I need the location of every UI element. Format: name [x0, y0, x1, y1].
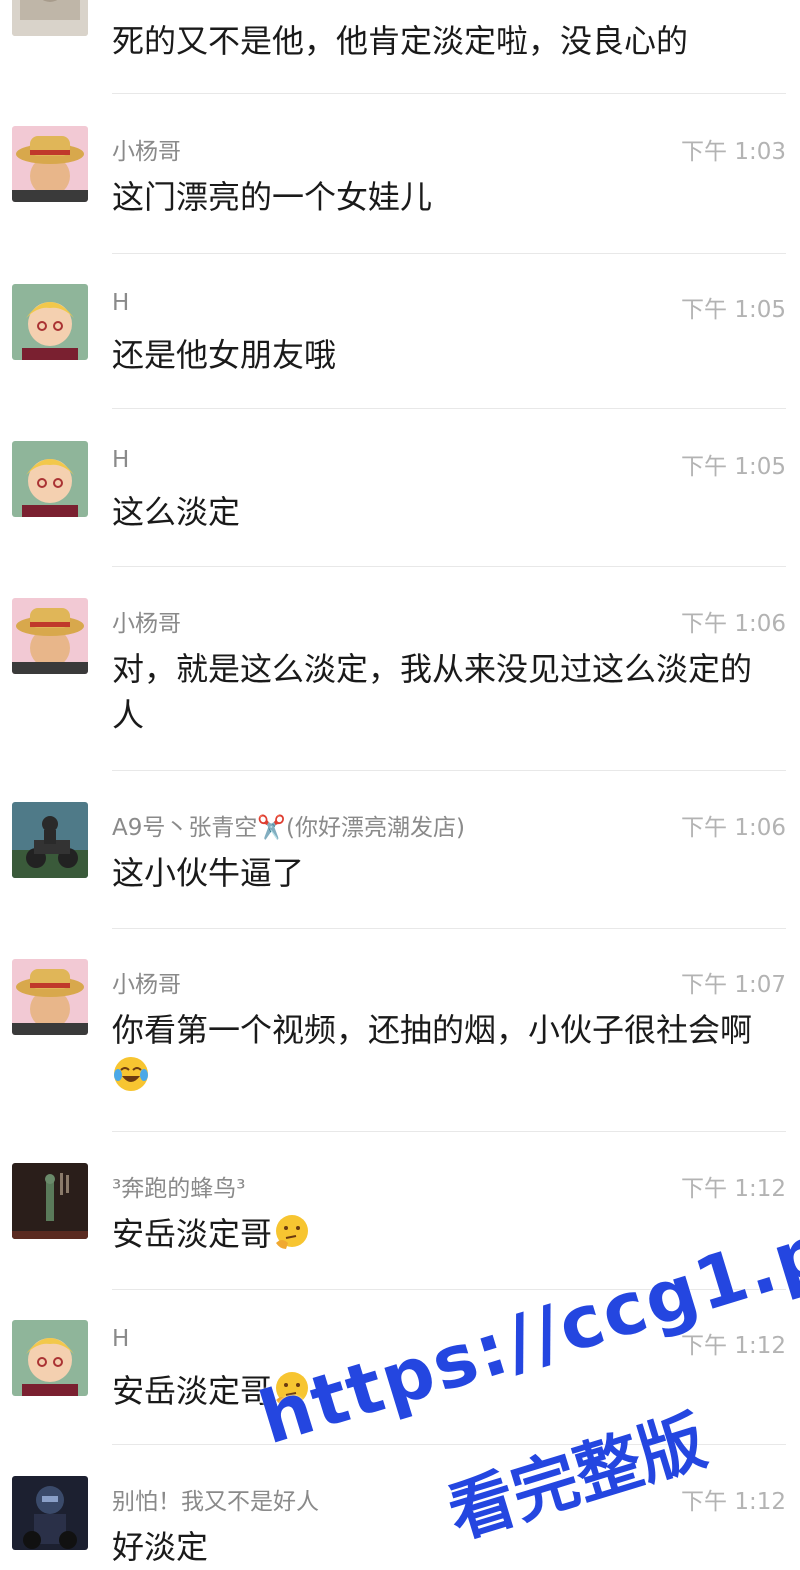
message-text: 对，就是这么淡定，我从来没见过这么淡定的人 — [112, 650, 753, 734]
message-text: 这门漂亮的一个女娃儿 — [112, 178, 433, 216]
avatar[interactable] — [12, 126, 88, 202]
avatar[interactable] — [12, 0, 88, 36]
sender-name[interactable]: A9号丶张青空✂️(你好漂亮潮发店) — [112, 808, 465, 842]
divider — [112, 93, 786, 94]
avatar[interactable] — [12, 1476, 88, 1550]
message-time: 下午 1:06 — [681, 611, 786, 637]
divider — [112, 408, 786, 409]
message-text: 这么淡定 — [112, 493, 241, 531]
message-text: 好淡定 — [112, 1528, 209, 1566]
message-text-content: 安岳淡定哥 — [112, 1372, 273, 1410]
message-text: 还是他女朋友哦 — [112, 336, 337, 374]
avatar[interactable] — [12, 1320, 88, 1396]
divider — [112, 566, 786, 567]
sender-name[interactable]: H — [112, 1326, 129, 1352]
divider — [112, 1131, 786, 1132]
message-time: 下午 1:12 — [681, 1489, 786, 1515]
divider — [112, 253, 786, 254]
divider — [112, 1444, 786, 1445]
message-text: 安岳淡定哥 — [112, 1211, 772, 1257]
sender-name[interactable]: H — [112, 290, 129, 316]
message-text-content: 你看第一个视频，还抽的烟，小伙子很社会啊 — [112, 1011, 753, 1049]
message-time: 下午 1:03 — [681, 139, 786, 165]
avatar[interactable] — [12, 284, 88, 360]
avatar[interactable] — [12, 802, 88, 878]
message-time: 下午 1:06 — [681, 815, 786, 841]
message-time: 下午 1:12 — [681, 1333, 786, 1359]
avatar[interactable] — [12, 441, 88, 517]
avatar[interactable] — [12, 959, 88, 1035]
avatar[interactable] — [12, 1163, 88, 1239]
message-time: 下午 1:05 — [681, 454, 786, 480]
message-time: 下午 1:12 — [681, 1176, 786, 1202]
divider — [112, 928, 786, 929]
message-text-content: 安岳淡定哥 — [112, 1215, 273, 1253]
sender-name[interactable]: 小杨哥 — [112, 965, 181, 999]
avatar[interactable] — [12, 598, 88, 674]
divider — [112, 1289, 786, 1290]
message-text: 这小伙牛逼了 — [112, 854, 305, 892]
sender-name[interactable]: 小杨哥 — [112, 604, 181, 638]
laugh-cry-emoji-icon — [112, 1055, 150, 1093]
divider — [112, 770, 786, 771]
message-text: 你看第一个视频，还抽的烟，小伙子很社会啊 — [112, 1007, 762, 1099]
sender-name[interactable]: H — [112, 447, 129, 473]
thinking-emoji-icon — [272, 1370, 310, 1408]
message-time: 下午 1:07 — [681, 972, 786, 998]
thinking-emoji-icon — [272, 1213, 310, 1251]
message-text: 安岳淡定哥 — [112, 1368, 772, 1414]
sender-name[interactable]: 别怕！我又不是好人 — [112, 1482, 319, 1516]
sender-name[interactable]: ³奔跑的蜂鸟³ — [112, 1169, 245, 1203]
sender-name[interactable]: 小杨哥 — [112, 132, 181, 166]
message-text: 死的又不是他，他肯定淡定啦，没良心的 — [112, 22, 689, 60]
message-time: 下午 1:05 — [681, 297, 786, 323]
